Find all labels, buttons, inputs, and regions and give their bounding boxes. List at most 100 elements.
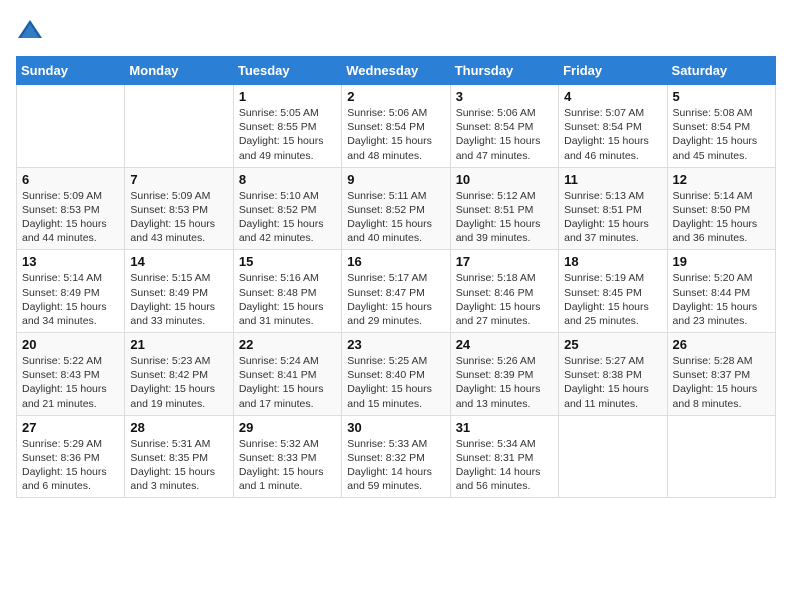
day-number: 26 xyxy=(673,337,770,352)
calendar-cell: 6 Sunrise: 5:09 AM Sunset: 8:53 PM Daylig… xyxy=(17,167,125,250)
calendar-header-friday: Friday xyxy=(559,57,667,85)
day-info: Sunrise: 5:14 AM Sunset: 8:50 PM Dayligh… xyxy=(673,189,770,246)
calendar-week-3: 13Sunrise: 5:14 AM Sunset: 8:49 PM Dayli… xyxy=(17,250,776,333)
day-info: Sunrise: 5:26 AM Sunset: 8:39 PM Dayligh… xyxy=(456,354,553,411)
day-number: 31 xyxy=(456,420,553,435)
day-info: Sunrise: 5:32 AM Sunset: 8:33 PM Dayligh… xyxy=(239,437,336,494)
day-info: Sunrise: 5:05 AM Sunset: 8:55 PM Dayligh… xyxy=(239,106,336,163)
day-info: Sunrise: 5:34 AM Sunset: 8:31 PM Dayligh… xyxy=(456,437,553,494)
calendar-cell: 12Sunrise: 5:14 AM Sunset: 8:50 PM Dayli… xyxy=(667,167,775,250)
day-info: Sunrise: 5:29 AM Sunset: 8:36 PM Dayligh… xyxy=(22,437,119,494)
calendar-cell: 10 Sunrise: 5:12 AM Sunset: 8:51 PM Dayli… xyxy=(450,167,558,250)
day-number: 16 xyxy=(347,254,444,269)
calendar-header-tuesday: Tuesday xyxy=(233,57,341,85)
calendar-cell: 16 Sunrise: 5:17 AM Sunset: 8:47 PM Dayli… xyxy=(342,250,450,333)
calendar-cell: 9 Sunrise: 5:11 AM Sunset: 8:52 PM Daylig… xyxy=(342,167,450,250)
calendar-cell: 13Sunrise: 5:14 AM Sunset: 8:49 PM Dayli… xyxy=(17,250,125,333)
day-info: Sunrise: 5:15 AM Sunset: 8:49 PM Dayligh… xyxy=(130,271,227,328)
day-info: Sunrise: 5:28 AM Sunset: 8:37 PM Dayligh… xyxy=(673,354,770,411)
calendar-week-1: 1 Sunrise: 5:05 AM Sunset: 8:55 PM Daylig… xyxy=(17,85,776,168)
day-info: Sunrise: 5:11 AM Sunset: 8:52 PM Dayligh… xyxy=(347,189,444,246)
day-info: Sunrise: 5:33 AM Sunset: 8:32 PM Dayligh… xyxy=(347,437,444,494)
day-number: 1 xyxy=(239,89,336,104)
calendar-cell: 29 Sunrise: 5:32 AM Sunset: 8:33 PM Dayli… xyxy=(233,415,341,498)
calendar-table: SundayMondayTuesdayWednesdayThursdayFrid… xyxy=(16,56,776,498)
day-info: Sunrise: 5:19 AM Sunset: 8:45 PM Dayligh… xyxy=(564,271,661,328)
day-number: 15 xyxy=(239,254,336,269)
day-info: Sunrise: 5:27 AM Sunset: 8:38 PM Dayligh… xyxy=(564,354,661,411)
day-info: Sunrise: 5:25 AM Sunset: 8:40 PM Dayligh… xyxy=(347,354,444,411)
day-info: Sunrise: 5:23 AM Sunset: 8:42 PM Dayligh… xyxy=(130,354,227,411)
calendar-cell: 18 Sunrise: 5:19 AM Sunset: 8:45 PM Dayli… xyxy=(559,250,667,333)
day-number: 17 xyxy=(456,254,553,269)
day-info: Sunrise: 5:06 AM Sunset: 8:54 PM Dayligh… xyxy=(456,106,553,163)
calendar-cell: 21 Sunrise: 5:23 AM Sunset: 8:42 PM Dayli… xyxy=(125,333,233,416)
page-header xyxy=(16,16,776,44)
day-info: Sunrise: 5:24 AM Sunset: 8:41 PM Dayligh… xyxy=(239,354,336,411)
day-number: 21 xyxy=(130,337,227,352)
calendar-cell: 24 Sunrise: 5:26 AM Sunset: 8:39 PM Dayli… xyxy=(450,333,558,416)
day-number: 10 xyxy=(456,172,553,187)
calendar-cell: 15 Sunrise: 5:16 AM Sunset: 8:48 PM Dayli… xyxy=(233,250,341,333)
day-number: 23 xyxy=(347,337,444,352)
calendar-cell: 14Sunrise: 5:15 AM Sunset: 8:49 PM Dayli… xyxy=(125,250,233,333)
day-info: Sunrise: 5:31 AM Sunset: 8:35 PM Dayligh… xyxy=(130,437,227,494)
day-info: Sunrise: 5:07 AM Sunset: 8:54 PM Dayligh… xyxy=(564,106,661,163)
day-number: 6 xyxy=(22,172,119,187)
calendar-header-row: SundayMondayTuesdayWednesdayThursdayFrid… xyxy=(17,57,776,85)
calendar-cell: 30 Sunrise: 5:33 AM Sunset: 8:32 PM Dayli… xyxy=(342,415,450,498)
calendar-cell: 19Sunrise: 5:20 AM Sunset: 8:44 PM Dayli… xyxy=(667,250,775,333)
day-number: 3 xyxy=(456,89,553,104)
calendar-cell: 3 Sunrise: 5:06 AM Sunset: 8:54 PM Daylig… xyxy=(450,85,558,168)
day-info: Sunrise: 5:18 AM Sunset: 8:46 PM Dayligh… xyxy=(456,271,553,328)
calendar-week-2: 6 Sunrise: 5:09 AM Sunset: 8:53 PM Daylig… xyxy=(17,167,776,250)
calendar-cell: 25Sunrise: 5:27 AM Sunset: 8:38 PM Dayli… xyxy=(559,333,667,416)
calendar-header-monday: Monday xyxy=(125,57,233,85)
day-info: Sunrise: 5:06 AM Sunset: 8:54 PM Dayligh… xyxy=(347,106,444,163)
day-number: 22 xyxy=(239,337,336,352)
day-number: 28 xyxy=(130,420,227,435)
day-number: 18 xyxy=(564,254,661,269)
day-info: Sunrise: 5:22 AM Sunset: 8:43 PM Dayligh… xyxy=(22,354,119,411)
day-info: Sunrise: 5:12 AM Sunset: 8:51 PM Dayligh… xyxy=(456,189,553,246)
logo xyxy=(16,16,48,44)
calendar-cell: 28 Sunrise: 5:31 AM Sunset: 8:35 PM Dayli… xyxy=(125,415,233,498)
calendar-cell xyxy=(17,85,125,168)
day-info: Sunrise: 5:17 AM Sunset: 8:47 PM Dayligh… xyxy=(347,271,444,328)
day-info: Sunrise: 5:14 AM Sunset: 8:49 PM Dayligh… xyxy=(22,271,119,328)
calendar-cell xyxy=(125,85,233,168)
day-info: Sunrise: 5:20 AM Sunset: 8:44 PM Dayligh… xyxy=(673,271,770,328)
calendar-week-5: 27 Sunrise: 5:29 AM Sunset: 8:36 PM Dayli… xyxy=(17,415,776,498)
calendar-header-saturday: Saturday xyxy=(667,57,775,85)
day-number: 27 xyxy=(22,420,119,435)
logo-icon xyxy=(16,16,44,44)
calendar-cell: 4Sunrise: 5:07 AM Sunset: 8:54 PM Daylig… xyxy=(559,85,667,168)
day-number: 7 xyxy=(130,172,227,187)
day-info: Sunrise: 5:09 AM Sunset: 8:53 PM Dayligh… xyxy=(22,189,119,246)
day-number: 29 xyxy=(239,420,336,435)
calendar-cell: 2 Sunrise: 5:06 AM Sunset: 8:54 PM Daylig… xyxy=(342,85,450,168)
calendar-header-wednesday: Wednesday xyxy=(342,57,450,85)
day-number: 20 xyxy=(22,337,119,352)
calendar-cell: 1 Sunrise: 5:05 AM Sunset: 8:55 PM Daylig… xyxy=(233,85,341,168)
day-info: Sunrise: 5:16 AM Sunset: 8:48 PM Dayligh… xyxy=(239,271,336,328)
calendar-cell: 7 Sunrise: 5:09 AM Sunset: 8:53 PM Daylig… xyxy=(125,167,233,250)
day-info: Sunrise: 5:09 AM Sunset: 8:53 PM Dayligh… xyxy=(130,189,227,246)
day-info: Sunrise: 5:08 AM Sunset: 8:54 PM Dayligh… xyxy=(673,106,770,163)
day-number: 8 xyxy=(239,172,336,187)
calendar-cell: 8Sunrise: 5:10 AM Sunset: 8:52 PM Daylig… xyxy=(233,167,341,250)
day-number: 9 xyxy=(347,172,444,187)
calendar-cell: 11Sunrise: 5:13 AM Sunset: 8:51 PM Dayli… xyxy=(559,167,667,250)
day-number: 24 xyxy=(456,337,553,352)
calendar-cell xyxy=(559,415,667,498)
calendar-cell: 22 Sunrise: 5:24 AM Sunset: 8:41 PM Dayli… xyxy=(233,333,341,416)
day-number: 11 xyxy=(564,172,661,187)
calendar-cell: 23 Sunrise: 5:25 AM Sunset: 8:40 PM Dayli… xyxy=(342,333,450,416)
day-number: 2 xyxy=(347,89,444,104)
calendar-cell: 5Sunrise: 5:08 AM Sunset: 8:54 PM Daylig… xyxy=(667,85,775,168)
day-number: 30 xyxy=(347,420,444,435)
calendar-cell xyxy=(667,415,775,498)
calendar-header-sunday: Sunday xyxy=(17,57,125,85)
calendar-cell: 20 Sunrise: 5:22 AM Sunset: 8:43 PM Dayli… xyxy=(17,333,125,416)
calendar-cell: 27 Sunrise: 5:29 AM Sunset: 8:36 PM Dayli… xyxy=(17,415,125,498)
